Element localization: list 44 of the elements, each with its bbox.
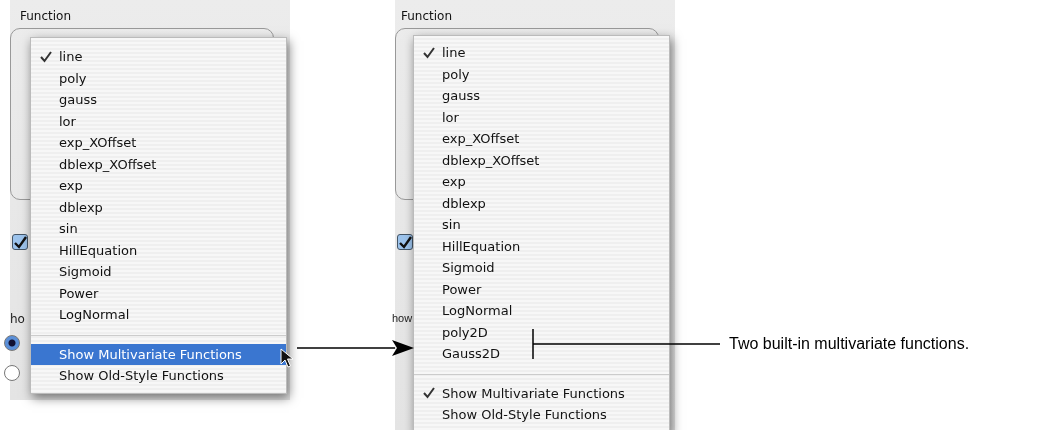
menu-item[interactable]: exp	[31, 175, 286, 197]
show-label: ho	[10, 312, 25, 326]
menu-item[interactable]: dblexp	[31, 196, 286, 218]
menu-item[interactable]: Gauss2D	[414, 343, 669, 365]
menu-item[interactable]: LogNormal	[414, 300, 669, 322]
menu-item[interactable]: poly2D	[414, 321, 669, 343]
checkmark-icon	[423, 46, 435, 59]
menu-item[interactable]: exp	[414, 171, 669, 193]
menu-item[interactable]: line	[414, 42, 669, 64]
menu-item[interactable]: line	[31, 46, 286, 68]
menu-item[interactable]: poly	[414, 63, 669, 85]
menu-item[interactable]: gauss	[414, 85, 669, 107]
checkmark-icon	[423, 387, 435, 400]
radio-button[interactable]	[4, 365, 20, 381]
menu-item[interactable]: HillEquation	[414, 235, 669, 257]
mouse-pointer-icon	[280, 347, 294, 368]
menu-item[interactable]: exp_XOffset	[31, 132, 286, 154]
menu-item[interactable]: Show Old-Style Functions	[31, 365, 286, 387]
menu-item[interactable]: exp_XOffset	[414, 128, 669, 150]
menu-item[interactable]: lor	[414, 106, 669, 128]
menu-item[interactable]: gauss	[31, 89, 286, 111]
annotation-text: Two built-in multivariate functions.	[729, 335, 970, 353]
show-label: how	[392, 312, 413, 324]
menu-item[interactable]: dblexp_XOffset	[31, 153, 286, 175]
menu-item[interactable]: Power	[414, 278, 669, 300]
radio-button[interactable]	[4, 335, 20, 351]
checkbox[interactable]	[12, 234, 28, 250]
menu-item[interactable]: LogNormal	[31, 304, 286, 326]
menu-item[interactable]: Power	[31, 282, 286, 304]
menu-item[interactable]: Show Old-Style Functions	[414, 404, 669, 426]
menu-item[interactable]: poly	[31, 67, 286, 89]
menu-item[interactable]: Show Multivariate Functions	[414, 382, 669, 404]
menu-item[interactable]: sin	[31, 218, 286, 240]
panel-title: Function	[401, 9, 453, 23]
menu-item[interactable]: Sigmoid	[414, 257, 669, 279]
menu-item[interactable]: dblexp_XOffset	[414, 149, 669, 171]
menu-item[interactable]: dblexp	[414, 192, 669, 214]
menu-item[interactable]: sin	[414, 214, 669, 236]
checkmark-icon	[40, 50, 52, 63]
menu-item[interactable]: Sigmoid	[31, 261, 286, 283]
menu-item[interactable]: HillEquation	[31, 239, 286, 261]
menu-item[interactable]: lor	[31, 110, 286, 132]
panel-title: Function	[20, 9, 72, 23]
checkbox[interactable]	[397, 234, 413, 250]
